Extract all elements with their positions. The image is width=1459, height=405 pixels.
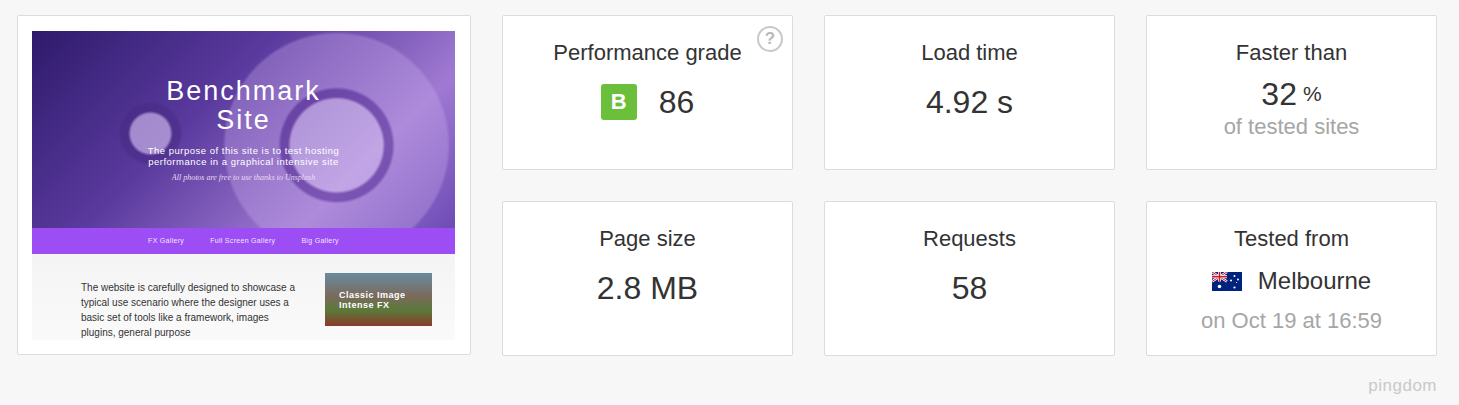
metric-card: Page size 2.8 MB	[502, 201, 793, 356]
metric-card: Load time 4.92 s	[824, 15, 1115, 170]
australia-flag-icon	[1212, 272, 1242, 291]
photo-credit: All photos are free to use thanks to Uns…	[172, 172, 315, 184]
metric-value-row: B 86	[601, 82, 695, 122]
metric-note: of tested sites	[1224, 112, 1360, 142]
nav-link[interactable]: FX Gallery	[148, 236, 184, 247]
metric-label: Requests	[923, 224, 1016, 254]
metric-value: 2.8 MB	[597, 268, 698, 308]
metric-value: 86	[659, 82, 695, 122]
metric-unit: %	[1303, 76, 1322, 112]
metric-value: 58	[952, 268, 988, 308]
metric-card: Tested from Melbourne on Oct 19 at 16:59	[1146, 201, 1437, 356]
help-icon[interactable]: ?	[757, 26, 783, 52]
hero-banner: Benchmark Site The purpose of this site i…	[32, 31, 455, 228]
metric-label: Faster than	[1236, 38, 1347, 68]
nav-link[interactable]: Full Screen Gallery	[210, 236, 275, 247]
nav-link[interactable]: Big Gallery	[301, 236, 339, 247]
test-date: on Oct 19 at 16:59	[1201, 306, 1382, 336]
page-screenshot: Benchmark Site The purpose of this site i…	[32, 31, 455, 340]
page-preview[interactable]: Benchmark Site The purpose of this site i…	[17, 15, 471, 355]
location-row: Melbourne	[1212, 266, 1371, 296]
thumbnail-caption: Classic Image Intense FX	[339, 290, 419, 310]
metric-value: 4.92 s	[926, 82, 1013, 122]
site-title: Benchmark Site	[144, 77, 344, 135]
metrics-grid: Performance grade B 86? Load time 4.92 s Fast…	[502, 15, 1437, 356]
brand-watermark: pingdom	[0, 373, 1459, 399]
metric-card: Faster than 32%of tested sites	[1146, 15, 1437, 170]
site-subtitle: The purpose of this site is to test host…	[119, 145, 369, 167]
metric-value-row: 32%	[1261, 76, 1321, 112]
gallery-thumbnail[interactable]: Classic Image Intense FX	[325, 273, 432, 326]
metric-label: Page size	[599, 224, 696, 254]
grade-badge: B	[601, 84, 637, 120]
location-name: Melbourne	[1258, 266, 1371, 296]
result-summary: Benchmark Site The purpose of this site i…	[0, 0, 1459, 356]
metric-label: Performance grade	[553, 38, 741, 68]
site-nav: FX Gallery Full Screen Gallery Big Gallery	[32, 228, 455, 254]
metric-value: 32	[1261, 76, 1297, 112]
body-text: The website is carefully designed to sho…	[81, 280, 301, 340]
site-content: The website is carefully designed to sho…	[32, 254, 455, 340]
metric-label: Tested from	[1234, 224, 1349, 254]
metric-label: Load time	[921, 38, 1018, 68]
metric-card: Requests 58	[824, 201, 1115, 356]
metric-card: Performance grade B 86?	[502, 15, 793, 170]
